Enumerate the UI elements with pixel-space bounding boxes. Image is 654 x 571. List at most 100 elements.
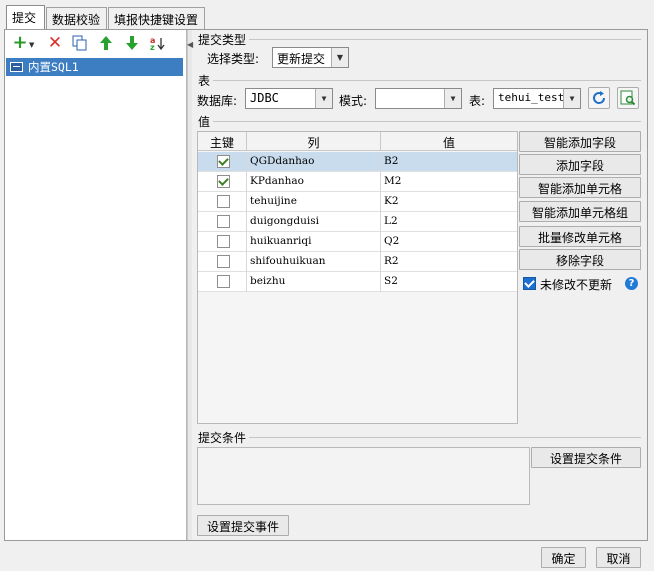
table-row[interactable]: huikuanriqi Q2 xyxy=(198,232,517,252)
values-section-title: 值 xyxy=(198,113,214,130)
primary-key-cell xyxy=(198,192,247,212)
cancel-button[interactable]: 取消 xyxy=(596,547,641,568)
primary-key-checkbox[interactable] xyxy=(217,215,230,228)
sql-item-label: 内置SQL1 xyxy=(28,60,79,74)
tab-shortcut-settings[interactable]: 填报快捷键设置 xyxy=(108,7,205,29)
svg-text:z: z xyxy=(150,43,155,51)
submit-type-value: 更新提交 xyxy=(277,52,326,66)
value-cell[interactable]: K2 xyxy=(381,192,517,212)
delete-icon[interactable]: ✕ xyxy=(45,33,65,53)
tab-label: 提交 xyxy=(12,11,37,25)
no-update-unmodified-checkbox[interactable] xyxy=(523,277,536,290)
sql-list-item[interactable]: 内置SQL1 xyxy=(6,58,183,76)
primary-key-cell xyxy=(198,212,247,232)
table-row[interactable]: duigongduisi L2 xyxy=(198,212,517,232)
database-value: JDBC xyxy=(250,91,279,105)
chevron-down-icon: ▼ xyxy=(331,48,348,67)
move-down-icon[interactable] xyxy=(122,33,142,53)
move-up-icon[interactable] xyxy=(96,33,116,53)
primary-key-checkbox[interactable] xyxy=(217,275,230,288)
add-icon[interactable]: + xyxy=(10,33,30,53)
schema-label: 模式: xyxy=(339,94,368,108)
table-row[interactable]: KPdanhao M2 xyxy=(198,172,517,192)
tab-label: 数据校验 xyxy=(52,13,101,27)
no-update-unmodified-label: 未修改不更新 xyxy=(540,278,613,292)
table-value: tehui_test xyxy=(498,91,565,104)
ok-button[interactable]: 确定 xyxy=(541,547,586,568)
smart-add-field-button[interactable]: 智能添加字段 xyxy=(519,131,641,152)
smart-add-cell-group-button[interactable]: 智能添加单元格组 xyxy=(519,201,641,222)
tab-label: 填报快捷键设置 xyxy=(114,13,199,27)
chevron-down-icon: ▼ xyxy=(315,89,332,108)
column-name-cell[interactable]: shifouhuikuan xyxy=(247,252,381,272)
pane-splitter[interactable] xyxy=(187,30,192,540)
database-label: 数据库: xyxy=(197,94,238,108)
primary-key-checkbox[interactable] xyxy=(217,175,230,188)
sort-icon[interactable]: az xyxy=(148,33,168,53)
remove-field-button[interactable]: 移除字段 xyxy=(519,249,641,270)
table-row[interactable]: beizhu S2 xyxy=(198,272,517,292)
primary-key-checkbox[interactable] xyxy=(217,255,230,268)
chevron-down-icon: ▼ xyxy=(563,89,580,108)
table-header: 主键 列 值 xyxy=(198,132,517,151)
header-value[interactable]: 值 xyxy=(381,132,517,151)
preview-table-button[interactable] xyxy=(617,87,639,109)
primary-key-checkbox[interactable] xyxy=(217,195,230,208)
primary-key-cell xyxy=(198,232,247,252)
tab-submit[interactable]: 提交 xyxy=(6,5,45,30)
primary-key-cell xyxy=(198,152,247,172)
submit-condition-section-title: 提交条件 xyxy=(198,429,250,446)
database-select[interactable]: JDBC ▼ xyxy=(245,88,333,109)
add-field-button[interactable]: 添加字段 xyxy=(519,154,641,175)
set-submit-condition-button[interactable]: 设置提交条件 xyxy=(531,447,641,468)
value-cell[interactable]: R2 xyxy=(381,252,517,272)
header-column[interactable]: 列 xyxy=(247,132,381,151)
table-row[interactable]: QGDdanhao B2 xyxy=(198,152,517,172)
section-divider xyxy=(200,80,641,81)
primary-key-cell xyxy=(198,172,247,192)
tab-data-validation[interactable]: 数据校验 xyxy=(46,7,107,29)
value-cell[interactable]: B2 xyxy=(381,152,517,172)
sql-list-pane xyxy=(5,30,187,540)
schema-select[interactable]: ▼ xyxy=(375,88,462,109)
value-cell[interactable]: S2 xyxy=(381,272,517,292)
column-name-cell[interactable]: tehuijine xyxy=(247,192,381,212)
submit-type-label: 选择类型: xyxy=(207,52,260,66)
smart-add-cell-button[interactable]: 智能添加单元格 xyxy=(519,177,641,198)
column-name-cell[interactable]: duigongduisi xyxy=(247,212,381,232)
chevron-down-icon: ▼ xyxy=(444,89,461,108)
set-submit-event-button[interactable]: 设置提交事件 xyxy=(197,515,289,536)
primary-key-checkbox[interactable] xyxy=(217,155,230,168)
batch-edit-cell-button[interactable]: 批量修改单元格 xyxy=(519,226,641,247)
submit-condition-box[interactable] xyxy=(197,447,530,505)
section-divider xyxy=(200,39,641,40)
value-cell[interactable]: Q2 xyxy=(381,232,517,252)
database-icon xyxy=(10,62,23,72)
column-name-cell[interactable]: KPdanhao xyxy=(247,172,381,192)
help-icon[interactable]: ? xyxy=(625,277,638,290)
submit-type-select[interactable]: 更新提交 ▼ xyxy=(272,47,349,68)
field-mapping-table: 主键 列 值 QGDdanhao B2 KPdanhao M2 tehuijine K2 d… xyxy=(197,131,518,424)
primary-key-cell xyxy=(198,272,247,292)
submit-type-section-title: 提交类型 xyxy=(198,31,250,48)
section-divider xyxy=(200,437,641,438)
section-divider xyxy=(200,121,641,122)
column-name-cell[interactable]: beizhu xyxy=(247,272,381,292)
table-row[interactable]: tehuijine K2 xyxy=(198,192,517,212)
table-search-icon xyxy=(620,90,636,106)
table-label: 表: xyxy=(469,94,486,108)
column-name-cell[interactable]: QGDdanhao xyxy=(247,152,381,172)
refresh-button[interactable] xyxy=(588,87,610,109)
table-section-title: 表 xyxy=(198,72,214,89)
primary-key-cell xyxy=(198,252,247,272)
column-name-cell[interactable]: huikuanriqi xyxy=(247,232,381,252)
value-cell[interactable]: M2 xyxy=(381,172,517,192)
copy-icon[interactable] xyxy=(70,33,90,53)
value-cell[interactable]: L2 xyxy=(381,212,517,232)
add-dropdown-icon[interactable]: ▼ xyxy=(29,41,34,49)
collapse-arrow-icon[interactable]: ◀ xyxy=(187,40,193,49)
primary-key-checkbox[interactable] xyxy=(217,235,230,248)
table-row[interactable]: shifouhuikuan R2 xyxy=(198,252,517,272)
table-select[interactable]: tehui_test ▼ xyxy=(493,88,581,109)
header-primary-key[interactable]: 主键 xyxy=(198,132,247,151)
